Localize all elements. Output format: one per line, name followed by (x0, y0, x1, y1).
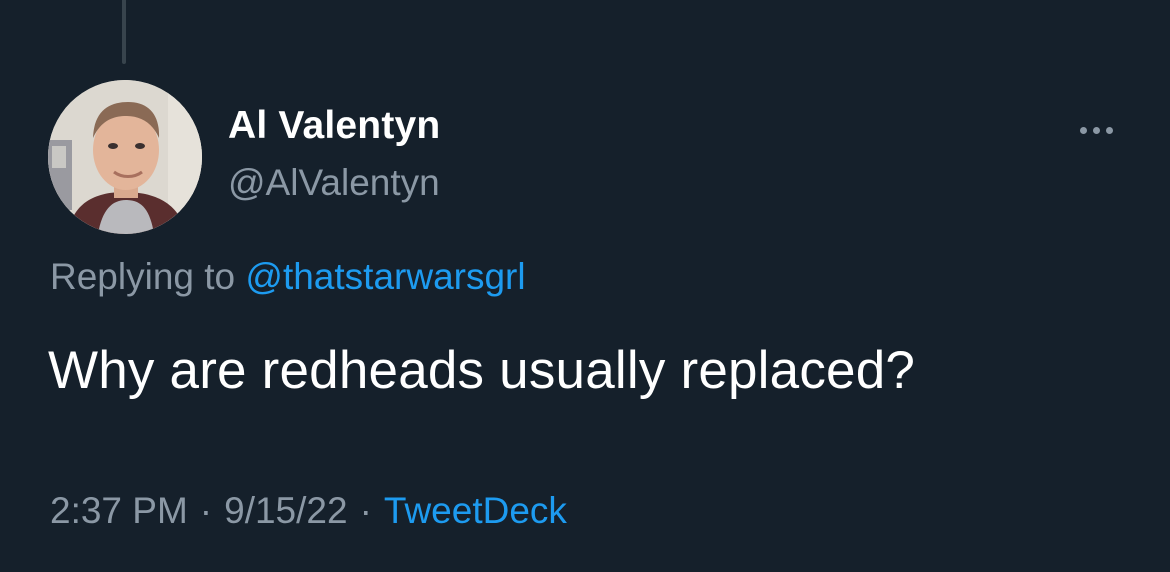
meta-separator: · (359, 490, 372, 531)
author-handle[interactable]: @AlValentyn (228, 162, 440, 204)
reply-mention-link[interactable]: @thatstarwarsgrl (245, 256, 525, 297)
meta-separator: · (199, 490, 213, 531)
replying-to-line: Replying to @thatstarwarsgrl (50, 256, 526, 298)
tweet-metadata: 2:37 PM · 9/15/22 · TweetDeck (50, 490, 567, 532)
replying-to-label: Replying to (50, 256, 236, 297)
more-horizontal-icon-dot (1105, 126, 1113, 134)
tweet-date[interactable]: 9/15/22 (224, 490, 347, 531)
tweet-time[interactable]: 2:37 PM (50, 490, 188, 531)
more-options-button[interactable] (1068, 110, 1124, 150)
tweet-source-link[interactable]: TweetDeck (384, 490, 567, 531)
more-horizontal-icon-dot (1092, 126, 1100, 134)
avatar[interactable] (48, 80, 202, 234)
thread-connector-line (122, 0, 126, 64)
avatar-photo (48, 80, 202, 234)
author-name[interactable]: Al Valentyn (228, 104, 440, 148)
tweet-text: Why are redheads usually replaced? (48, 341, 916, 400)
more-horizontal-icon-dot (1079, 126, 1087, 134)
